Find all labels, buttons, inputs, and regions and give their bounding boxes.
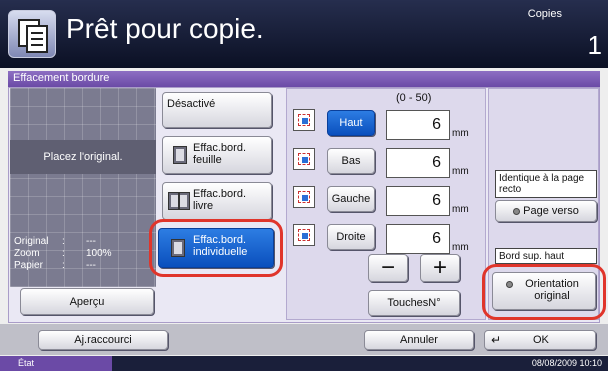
plus-button[interactable]: + bbox=[420, 254, 460, 282]
right-value[interactable]: 6 bbox=[386, 224, 450, 254]
info-value: --- bbox=[86, 236, 96, 247]
side-right-button[interactable]: Droite bbox=[327, 224, 375, 250]
mode-sheet-button[interactable]: Effac.bord. feuille bbox=[162, 136, 272, 174]
header-bar: Prêt pour copie. Copies 1 bbox=[0, 0, 608, 68]
back-page-label: Identique à la page recto bbox=[495, 170, 597, 198]
book-erase-icon bbox=[168, 192, 190, 210]
sheet-erase-icon bbox=[173, 146, 187, 164]
info-value: 100% bbox=[86, 248, 112, 259]
bottom-edge-icon bbox=[293, 148, 315, 170]
unit-label: mm bbox=[452, 242, 469, 253]
top-value[interactable]: 6 bbox=[386, 110, 450, 140]
highlight-orientation bbox=[482, 264, 606, 320]
info-key: Original bbox=[14, 236, 49, 247]
side-top-button[interactable]: Haut bbox=[327, 110, 375, 136]
cancel-button[interactable]: Annuler bbox=[364, 330, 474, 350]
copy-screen: Prêt pour copie. Copies 1 Effacement bor… bbox=[0, 0, 608, 371]
page-title: Prêt pour copie. bbox=[66, 13, 264, 44]
mode-off-button[interactable]: Désactivé bbox=[162, 92, 272, 128]
status-bar: État 08/08/2009 10:10 bbox=[0, 356, 608, 371]
ok-button[interactable]: ↵ OK bbox=[484, 330, 596, 350]
number-keys-button[interactable]: TouchesN° bbox=[368, 290, 460, 316]
back-page-button-label: Page verso bbox=[523, 205, 579, 217]
top-edge-icon bbox=[293, 109, 315, 131]
mode-off-label: Désactivé bbox=[167, 98, 216, 110]
minus-button[interactable]: − bbox=[368, 254, 408, 282]
left-value[interactable]: 6 bbox=[386, 186, 450, 216]
status-state: État bbox=[0, 356, 112, 371]
info-key: Zoom bbox=[14, 248, 40, 259]
info-key: Papier bbox=[14, 260, 43, 271]
left-edge-icon bbox=[293, 186, 315, 208]
info-row-zoom: Zoom : 100% bbox=[10, 248, 156, 260]
bottom-value[interactable]: 6 bbox=[386, 148, 450, 178]
side-bottom-button[interactable]: Bas bbox=[327, 148, 375, 174]
back-page-button[interactable]: Page verso bbox=[495, 200, 597, 222]
info-row-paper: Papier : --- bbox=[10, 260, 156, 272]
enter-icon: ↵ bbox=[491, 333, 502, 347]
copies-count: 1 bbox=[587, 30, 602, 60]
right-edge-icon bbox=[293, 224, 315, 246]
range-label: (0 - 50) bbox=[396, 92, 432, 104]
unit-label: mm bbox=[452, 166, 469, 177]
panel-title: Effacement bordure bbox=[8, 71, 600, 87]
preview-button[interactable]: Aperçu bbox=[20, 288, 154, 315]
preview-info: Original : --- Zoom : 100% Papier : --- bbox=[10, 236, 156, 272]
unit-label: mm bbox=[452, 204, 469, 215]
radio-icon bbox=[513, 207, 521, 215]
orientation-label: Bord sup. haut bbox=[495, 248, 597, 264]
status-datetime: 08/08/2009 10:10 bbox=[531, 358, 602, 368]
side-left-button[interactable]: Gauche bbox=[327, 186, 375, 212]
ok-label: OK bbox=[533, 334, 549, 346]
copier-icon bbox=[8, 10, 56, 58]
info-value: --- bbox=[86, 260, 96, 271]
unit-label: mm bbox=[452, 128, 469, 139]
preview-message: Placez l'original. bbox=[10, 140, 156, 174]
mode-sheet-label: Effac.bord. feuille bbox=[193, 142, 246, 166]
mode-book-label: Effac.bord. livre bbox=[193, 188, 246, 212]
mode-book-button[interactable]: Effac.bord. livre bbox=[162, 182, 272, 220]
add-shortcut-button[interactable]: Aj.raccourci bbox=[38, 330, 168, 350]
copies-label: Copies bbox=[527, 8, 562, 20]
highlight-individual bbox=[149, 219, 283, 277]
info-row-original: Original : --- bbox=[10, 236, 156, 248]
